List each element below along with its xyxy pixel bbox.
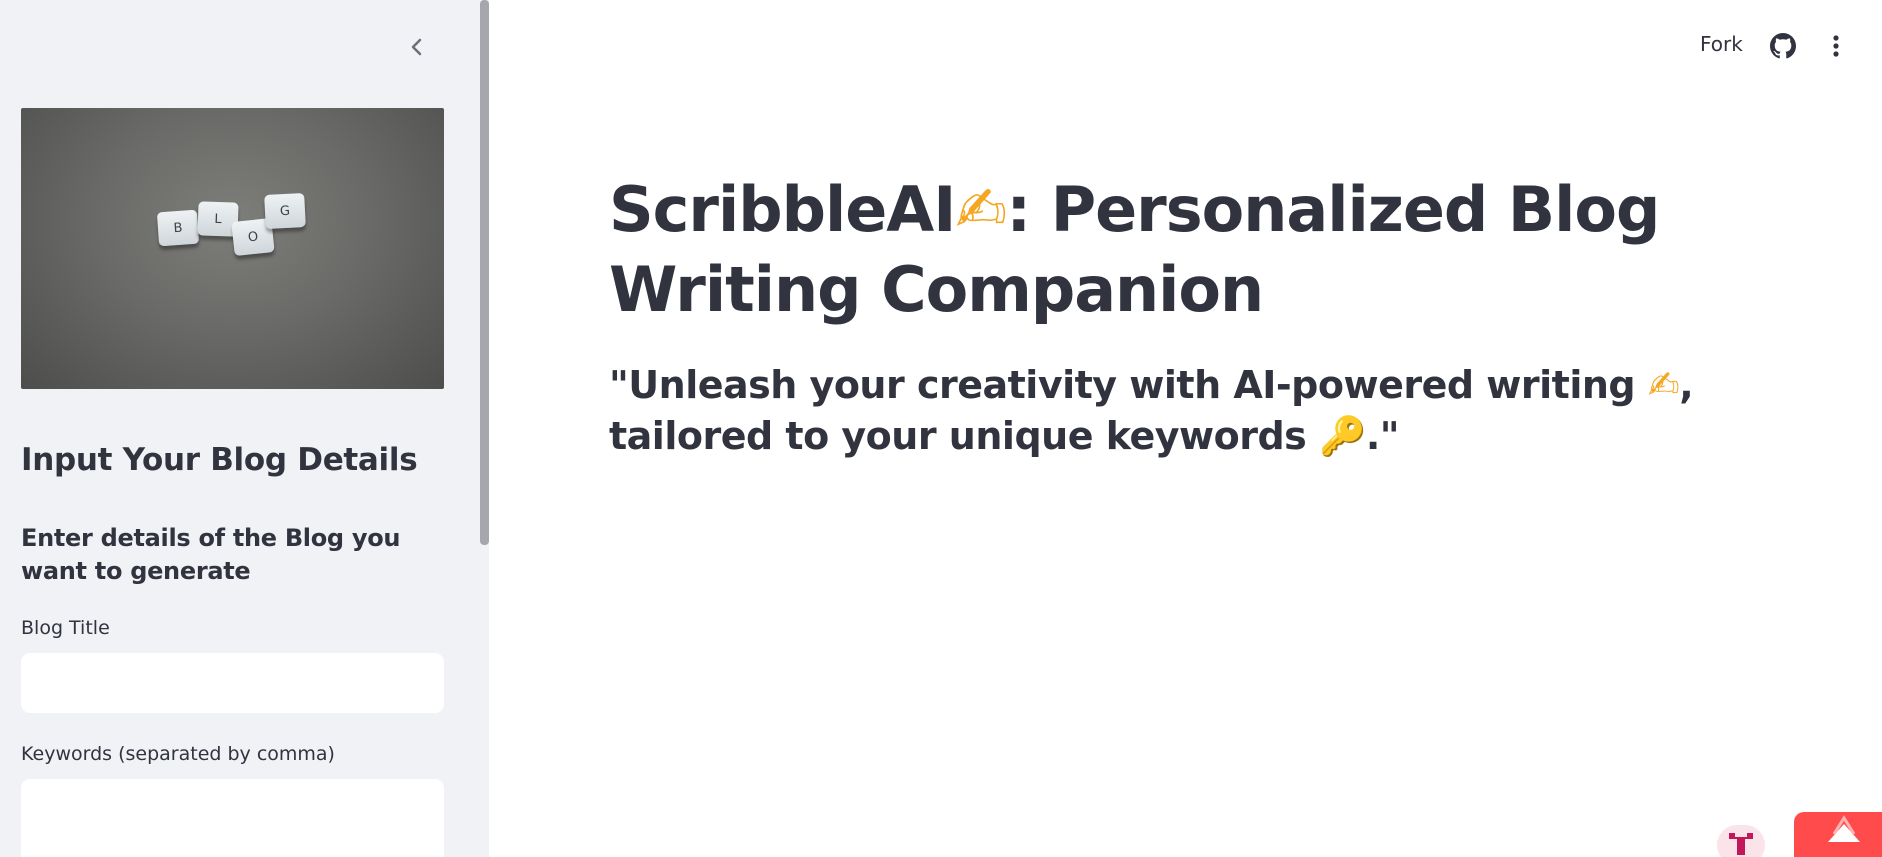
writing-hand-icon: ✍: [1647, 363, 1680, 407]
github-button[interactable]: [1768, 31, 1798, 61]
writing-hand-icon: ✍: [955, 173, 1007, 246]
keywords-label: Keywords (separated by comma): [21, 743, 335, 765]
page-tagline: "Unleash your creativity with AI-powered…: [609, 360, 1809, 462]
tagline-text: "Unleash your creativity with AI-powered…: [609, 363, 1636, 407]
sidebar: B L O G Input Your Blog Details Enter de…: [0, 0, 489, 857]
fork-button[interactable]: Fork: [1700, 32, 1743, 56]
creator-avatar-badge[interactable]: [1717, 825, 1765, 857]
app-creator-icon: [1729, 833, 1753, 855]
page-title: ScribbleAI✍: Personalized Blog Writing C…: [609, 170, 1809, 330]
image-tile: G: [264, 192, 306, 230]
chevron-left-icon: [411, 38, 422, 56]
sidebar-subheading: Enter details of the Blog you want to ge…: [21, 524, 401, 585]
github-icon: [1770, 33, 1796, 59]
app-root: B L O G Input Your Blog Details Enter de…: [0, 0, 1882, 857]
blog-hero-image: B L O G: [21, 108, 444, 389]
streamlit-logo-icon: [1828, 815, 1860, 842]
tagline-text: .": [1365, 414, 1400, 458]
main-menu-button[interactable]: [1822, 29, 1850, 63]
sidebar-heading: Input Your Blog Details: [21, 442, 418, 478]
collapse-sidebar-button[interactable]: [400, 30, 434, 64]
sidebar-scrollbar[interactable]: [480, 0, 489, 545]
streamlit-badge[interactable]: [1794, 812, 1882, 857]
keywords-input[interactable]: [21, 779, 444, 857]
key-icon: 🔑: [1319, 414, 1366, 458]
blog-title-label: Blog Title: [21, 617, 110, 639]
title-text: ScribbleAI: [609, 173, 956, 246]
blog-title-input[interactable]: [21, 653, 444, 713]
more-vertical-icon: [1833, 35, 1839, 57]
image-tile: B: [156, 209, 200, 247]
